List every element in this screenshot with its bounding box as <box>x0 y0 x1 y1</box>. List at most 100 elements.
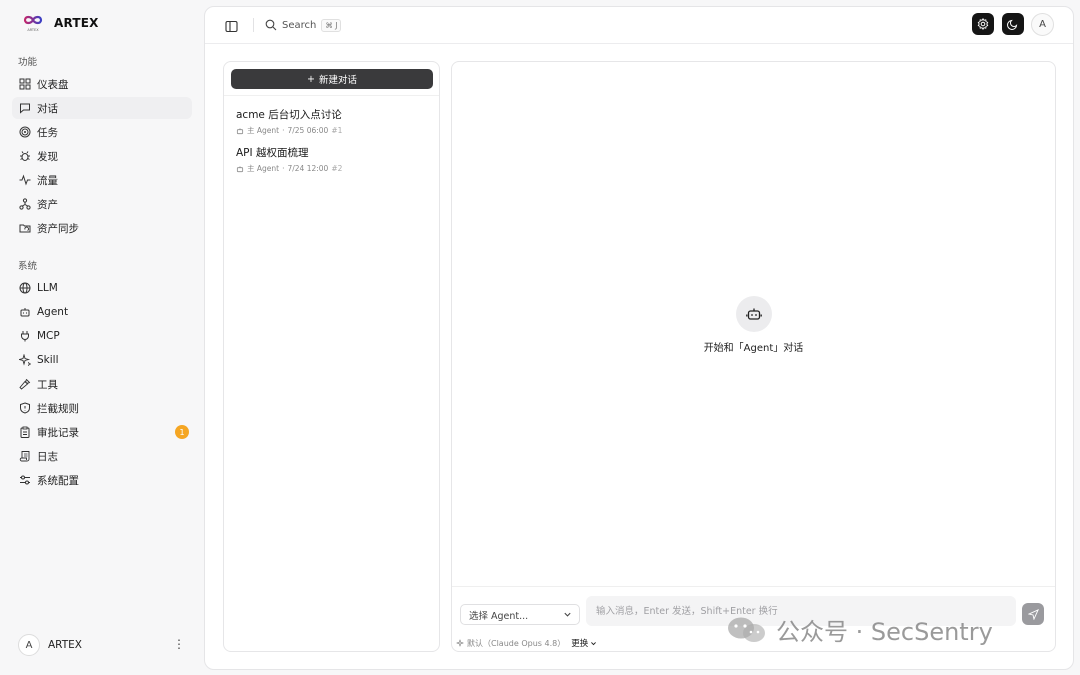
sidebar-item-label: 工具 <box>37 378 58 391</box>
shield-icon <box>18 402 31 415</box>
sliders-icon <box>18 474 31 487</box>
sidebar-item-chat[interactable]: 对话 <box>12 97 192 119</box>
conversation-number: #2 <box>331 164 343 173</box>
conversation-item[interactable]: API 越权面梳理 主 Agent · 7/24 12:00 #2 <box>236 145 431 174</box>
conversation-meta: 主 Agent · 7/24 12:00 #2 <box>236 163 431 174</box>
bug-icon <box>18 150 31 163</box>
gear-icon <box>977 18 989 30</box>
sidebar-item-findings[interactable]: 发现 <box>12 145 192 167</box>
new-conversation-button[interactable]: + 新建对话 <box>231 69 433 89</box>
sidebar-item-label: 日志 <box>37 450 58 463</box>
divider <box>452 586 1055 587</box>
main-panel: Search ⌘ J A + 新建对话 acme 后台切入点讨论 主 Agent… <box>204 6 1074 670</box>
sidebar-item-tasks[interactable]: 任务 <box>12 121 192 143</box>
sidebar-item-label: LLM <box>37 282 58 294</box>
watermark-text: 公众号 · SecSentry <box>776 618 993 646</box>
sidebar-item-label: 流量 <box>37 174 58 187</box>
user-avatar: A <box>18 634 40 656</box>
activity-icon <box>18 174 31 187</box>
model-name: 默认（Claude Opus 4.8） <box>467 638 566 648</box>
meta-separator: · <box>282 164 285 173</box>
sidebar-item-label: Agent <box>37 306 69 318</box>
wechat-icon <box>726 615 768 645</box>
settings-button[interactable] <box>972 13 994 35</box>
target-icon <box>18 126 31 139</box>
conversation-list-panel: + 新建对话 acme 后台切入点讨论 主 Agent · 7/25 06:00… <box>223 61 440 652</box>
sidebar-item-label: 任务 <box>37 126 58 139</box>
user-name: ARTEX <box>48 639 82 651</box>
network-icon <box>18 198 31 211</box>
search-shortcut: ⌘ J <box>321 18 342 32</box>
empty-state-text: 开始和「Agent」对话 <box>703 343 804 354</box>
agent-select[interactable]: 选择 Agent... <box>460 604 580 625</box>
chevron-down-icon <box>591 641 597 645</box>
bot-icon <box>736 296 772 332</box>
conversation-time: 7/24 12:00 <box>287 164 329 173</box>
section-label-system: 系统 <box>18 261 38 272</box>
plus-icon: + <box>307 73 315 85</box>
chevron-down-icon <box>564 612 571 617</box>
conversation-time: 7/25 06:00 <box>287 126 329 135</box>
approval-count-badge: 1 <box>175 425 189 439</box>
sidebar-item-assets[interactable]: 资产 <box>12 193 192 215</box>
sidebar-item-logs[interactable]: 日志 <box>12 445 192 467</box>
chat-icon <box>18 102 31 115</box>
brand-name: ARTEX <box>54 16 99 30</box>
sidebar-item-dashboard[interactable]: 仪表盘 <box>12 73 192 95</box>
divider <box>224 95 439 96</box>
send-icon <box>1027 608 1039 620</box>
sidebar-item-approvals[interactable]: 审批记录 1 <box>12 421 192 443</box>
theme-toggle-button[interactable] <box>1002 13 1024 35</box>
change-model-button[interactable]: 更换 <box>571 637 597 649</box>
brand[interactable]: ARTEX ARTEX <box>22 13 99 33</box>
sidebar-item-label: 资产 <box>37 198 58 211</box>
chat-panel: 开始和「Agent」对话 选择 Agent... 输入消息，Enter 发送，S… <box>451 61 1056 652</box>
topbar-avatar[interactable]: A <box>1031 13 1054 36</box>
conversation-item[interactable]: acme 后台切入点讨论 主 Agent · 7/25 06:00 #1 <box>236 107 431 136</box>
meta-separator: · <box>282 126 285 135</box>
sidebar-item-label: 资产同步 <box>37 222 79 235</box>
moon-icon <box>1007 19 1018 30</box>
new-conversation-label: 新建对话 <box>318 75 357 86</box>
search-button[interactable]: Search ⌘ J <box>265 16 342 34</box>
conversation-number: #1 <box>331 126 343 135</box>
sidebar-toggle-icon[interactable] <box>222 17 240 35</box>
sidebar-item-label: MCP <box>37 330 60 342</box>
scroll-icon <box>18 450 31 463</box>
sidebar-item-label: 发现 <box>37 150 58 163</box>
send-button[interactable] <box>1022 603 1044 625</box>
sidebar-item-asset-sync[interactable]: 资产同步 <box>12 217 192 239</box>
globe-icon <box>18 282 31 295</box>
agent-select-value: 选择 Agent... <box>469 610 529 622</box>
topbar: Search ⌘ J A <box>205 7 1073 44</box>
search-label: Search <box>282 19 317 31</box>
bot-icon <box>18 306 31 319</box>
section-label-features: 功能 <box>18 57 38 68</box>
more-options-icon[interactable]: ⋮ <box>173 637 185 651</box>
sidebar-item-label: 审批记录 <box>37 426 79 439</box>
conversation-agent: 主 Agent <box>247 164 280 173</box>
sidebar-item-label: 系统配置 <box>37 474 79 487</box>
sidebar-item-intercept-rules[interactable]: 拦截规则 <box>12 397 192 419</box>
sidebar-item-tools[interactable]: 工具 <box>12 373 192 395</box>
sidebar-item-label: 拦截规则 <box>37 402 79 415</box>
watermark: 公众号 · SecSentry <box>726 612 993 647</box>
sidebar-item-llm[interactable]: LLM <box>12 277 192 299</box>
bot-icon <box>236 165 244 172</box>
dashboard-icon <box>18 78 31 91</box>
conversation-agent: 主 Agent <box>247 126 280 135</box>
sidebar-item-mcp[interactable]: MCP <box>12 325 192 347</box>
sidebar: ARTEX ARTEX 功能 仪表盘 对话 任务 发现 流量 资产 资产同步 系… <box>0 0 204 675</box>
sidebar-item-traffic[interactable]: 流量 <box>12 169 192 191</box>
user-menu[interactable]: A ARTEX ⋮ <box>18 633 193 657</box>
sidebar-item-skill[interactable]: Skill <box>12 349 192 371</box>
bot-icon <box>236 127 244 134</box>
folder-sync-icon <box>18 222 31 235</box>
clipboard-icon <box>18 426 31 439</box>
change-model-label: 更换 <box>571 639 589 649</box>
sidebar-item-agent[interactable]: Agent <box>12 301 192 323</box>
plug-icon <box>18 330 31 343</box>
search-icon <box>265 19 277 31</box>
wrench-icon <box>18 378 31 391</box>
sidebar-item-system-config[interactable]: 系统配置 <box>12 469 192 491</box>
